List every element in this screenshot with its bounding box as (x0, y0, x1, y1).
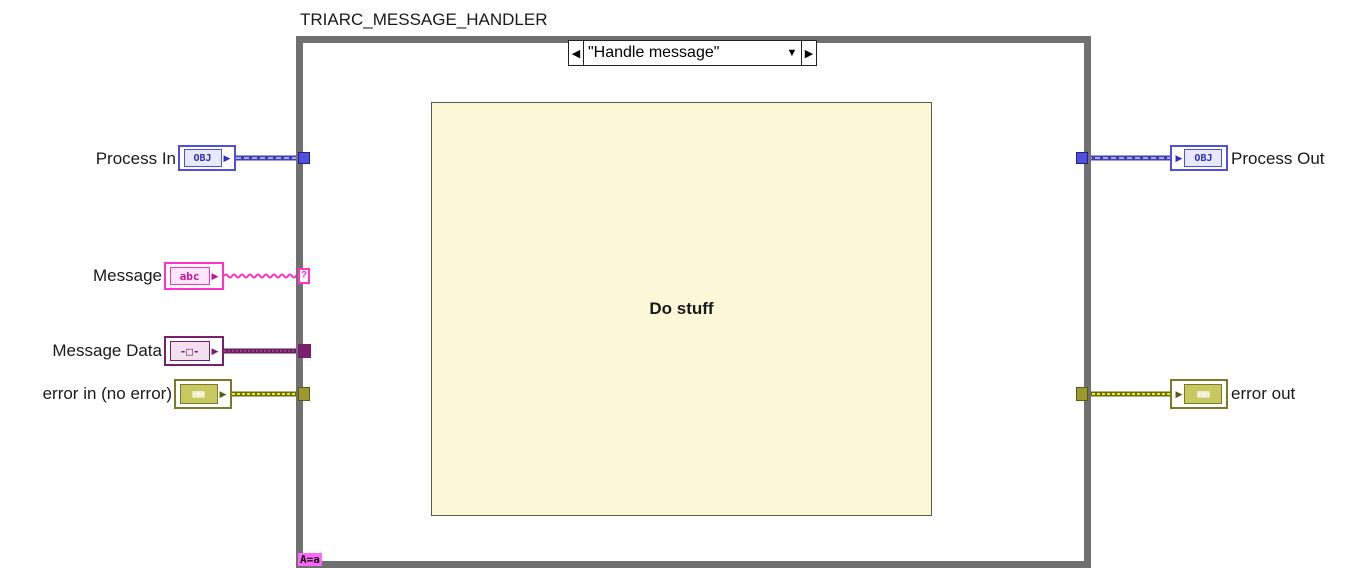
input-arrow-icon: ▶ (1175, 388, 1183, 399)
error-out-label: error out (1231, 384, 1296, 403)
process-out-label: Process Out (1231, 149, 1325, 168)
error-out-tunnel[interactable] (1076, 387, 1088, 401)
case-selector-terminal[interactable]: ? (298, 268, 310, 284)
object-icon: OBJ (183, 149, 222, 167)
input-arrow-icon: ▶ (1175, 152, 1183, 163)
chevron-down-icon[interactable]: ▼ (783, 47, 801, 59)
object-icon: OBJ (1184, 149, 1223, 167)
error-cluster-icon: ▦▦ (179, 384, 218, 404)
message-data-label: Message Data (52, 341, 162, 360)
message-data-tunnel[interactable] (298, 344, 311, 358)
error-in-terminal[interactable]: ▦▦ ▶ (174, 379, 232, 409)
output-arrow-icon: ▶ (219, 388, 227, 399)
error-in-tunnel[interactable] (298, 387, 310, 401)
output-arrow-icon: ▶ (211, 345, 219, 356)
do-stuff-node[interactable]: Do stuff (431, 102, 932, 516)
case-selector[interactable]: ◀ "Handle message" ▼ ▶ (568, 40, 817, 66)
case-selector-value: "Handle message" (588, 44, 720, 61)
message-data-terminal[interactable]: -□- ▶ (164, 336, 224, 366)
output-arrow-icon: ▶ (223, 152, 231, 163)
process-out-tunnel[interactable] (1076, 152, 1088, 164)
decrement-arrow-icon[interactable]: ◀ (569, 41, 584, 65)
process-in-terminal[interactable]: OBJ ▶ (178, 145, 236, 171)
message-wire[interactable] (223, 273, 305, 279)
error-in-label: error in (no error) (42, 384, 172, 403)
process-out-terminal[interactable]: ▶ OBJ (1170, 145, 1228, 171)
error-out-terminal[interactable]: ▶ ▦▦ (1170, 379, 1228, 409)
error-cluster-icon: ▦▦ (1184, 384, 1223, 404)
process-in-tunnel[interactable] (298, 152, 310, 164)
string-icon: abc (169, 267, 210, 285)
message-label: Message (93, 266, 162, 285)
output-arrow-icon: ▶ (211, 270, 219, 281)
increment-arrow-icon[interactable]: ▶ (801, 41, 816, 65)
variant-icon: -□- (169, 341, 210, 361)
message-terminal[interactable]: abc ▶ (164, 262, 224, 290)
case-badge: A=a (298, 553, 322, 566)
process-in-label: Process In (95, 149, 176, 168)
do-stuff-label: Do stuff (649, 299, 714, 318)
